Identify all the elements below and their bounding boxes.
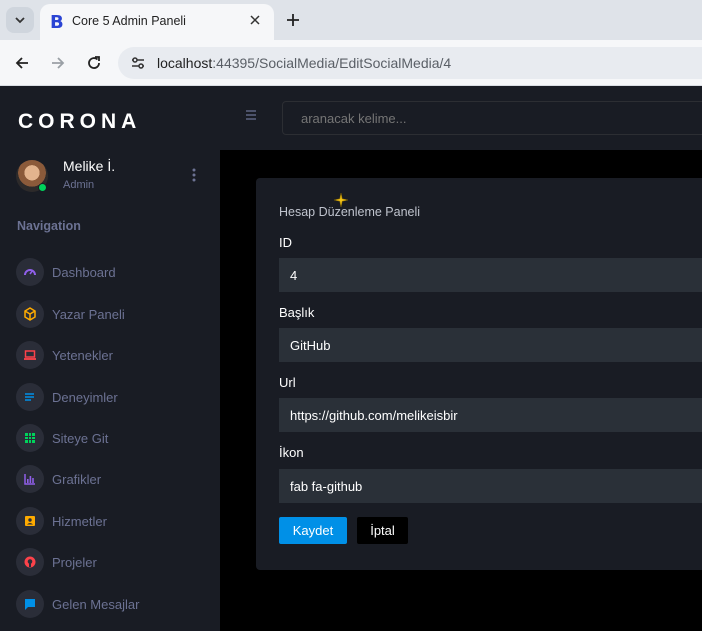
arrow-left-icon — [15, 57, 28, 69]
site-info-button[interactable] — [126, 51, 150, 75]
sidebar-item-label: Hizmetler — [52, 513, 107, 529]
cancel-button[interactable]: İptal — [357, 517, 408, 544]
url-host: localhost — [157, 55, 213, 71]
title-field[interactable] — [279, 328, 702, 362]
sidebar-item-dashboard[interactable]: Dashboard — [16, 256, 206, 288]
sidebar-item-label: Projeler — [52, 554, 97, 570]
reload-button[interactable] — [82, 51, 106, 75]
top-navbar — [220, 86, 702, 150]
sidebar-item-label: Deneyimler — [52, 389, 118, 405]
chart-icon — [16, 465, 44, 493]
sidebar-item-label: Yazar Paneli — [52, 306, 125, 322]
search-box — [282, 101, 702, 135]
sidebar-item-hizmetler[interactable]: Hizmetler — [16, 505, 206, 537]
icon-field[interactable] — [279, 469, 702, 503]
card-title: Hesap Düzenleme Paneli — [279, 205, 421, 219]
chevron-down-icon — [15, 17, 25, 24]
sidebar-item-siteye-git[interactable]: Siteye Git — [16, 422, 206, 454]
cube-icon — [16, 300, 44, 328]
contacts-icon — [16, 507, 44, 535]
new-tab-button[interactable] — [282, 9, 304, 31]
arrow-right-icon — [52, 57, 65, 69]
sidebar-item-deneyimler[interactable]: Deneyimler — [16, 381, 206, 413]
sidebar-item-label: Dashboard — [52, 264, 116, 280]
sidebar-item-label: Gelen Mesajlar — [52, 596, 140, 612]
user-menu-button[interactable] — [188, 166, 200, 184]
icon-label: İkon — [279, 445, 304, 460]
menu-icon[interactable] — [244, 108, 258, 122]
search-input[interactable] — [301, 111, 681, 126]
forward-button[interactable] — [46, 51, 70, 75]
close-tab-button[interactable] — [246, 11, 264, 29]
chat-icon — [16, 590, 44, 618]
browser-tab-strip: B Core 5 Admin Paneli — [0, 0, 702, 40]
browser-tab[interactable]: B Core 5 Admin Paneli — [40, 4, 274, 40]
speedometer-icon — [16, 258, 44, 286]
sidebar-item-yetenekler[interactable]: Yetenekler — [16, 339, 206, 371]
url-label: Url — [279, 375, 296, 390]
sidebar-item-label: Siteye Git — [52, 430, 109, 446]
back-button[interactable] — [10, 51, 34, 75]
save-button[interactable]: Kaydet — [279, 517, 347, 544]
edit-form-card: Hesap Düzenleme Paneli ID Başlık Url İko… — [256, 178, 702, 570]
sidebar-item-projeler[interactable]: Projeler — [16, 546, 206, 578]
user-name: Melike İ. — [63, 158, 116, 174]
user-role: Admin — [63, 179, 95, 191]
favicon-icon: B — [50, 12, 64, 33]
tab-title: Core 5 Admin Paneli — [72, 14, 186, 28]
close-icon — [250, 15, 260, 25]
table-icon — [16, 424, 44, 452]
sidebar-item-label: Grafikler — [52, 471, 102, 487]
tab-list-button[interactable] — [6, 7, 34, 33]
online-status-dot — [38, 183, 47, 192]
sparkle-icon — [334, 193, 348, 207]
more-vertical-icon — [192, 168, 196, 182]
sidebar-item-grafikler[interactable]: Grafikler — [16, 463, 206, 495]
sidebar-item-label: Yetenekler — [52, 347, 113, 363]
sidebar-item-yazar-paneli[interactable]: Yazar Paneli — [16, 298, 206, 330]
id-label: ID — [279, 235, 292, 250]
sidebar-item-gelen-mesajlar[interactable]: Gelen Mesajlar — [16, 588, 206, 620]
address-bar[interactable]: localhost:44395/SocialMedia/EditSocialMe… — [118, 47, 702, 79]
laptop-icon — [16, 341, 44, 369]
brand-logo[interactable]: CORONA — [18, 110, 141, 134]
github-icon — [16, 548, 44, 576]
reload-icon — [88, 56, 100, 69]
id-field[interactable] — [279, 258, 702, 292]
url-path: :44395/SocialMedia/EditSocialMedia/4 — [212, 55, 452, 71]
url-field[interactable] — [279, 398, 702, 432]
plus-icon — [287, 14, 299, 26]
title-label: Başlık — [279, 305, 315, 320]
tune-icon — [132, 57, 144, 69]
playlist-icon — [16, 383, 44, 411]
url-text: localhost:44395/SocialMedia/EditSocialMe… — [157, 55, 451, 71]
browser-toolbar: localhost:44395/SocialMedia/EditSocialMe… — [0, 40, 702, 86]
sidebar: CORONA Melike İ. Admin Navigation Dashbo… — [0, 86, 220, 631]
nav-section-title: Navigation — [17, 219, 81, 233]
